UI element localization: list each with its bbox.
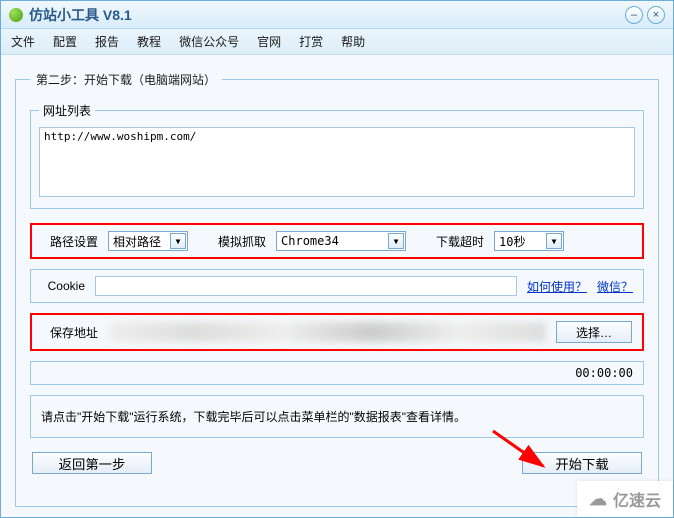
close-button[interactable]: ×	[647, 6, 665, 24]
watermark: ☁ 亿速云	[577, 481, 673, 517]
back-button[interactable]: 返回第一步	[32, 452, 152, 474]
titlebar: 仿站小工具 V8.1 – ×	[1, 1, 673, 29]
menu-wechat[interactable]: 微信公众号	[179, 33, 239, 50]
save-path-value-blurred	[108, 322, 546, 342]
timeout-select[interactable]: 10秒 ▼	[494, 231, 564, 251]
info-row: 请点击"开始下载"运行系统，下载完毕后可以点击菜单栏的"数据报表"查看详情。	[30, 395, 644, 438]
dropdown-arrow-icon: ▼	[388, 233, 404, 249]
menubar: 文件 配置 报告 教程 微信公众号 官网 打赏 帮助	[1, 29, 673, 55]
info-text: 请点击"开始下载"运行系统，下载完毕后可以点击菜单栏的"数据报表"查看详情。	[41, 410, 466, 424]
dropdown-arrow-icon: ▼	[170, 233, 186, 249]
path-select[interactable]: 相对路径 ▼	[108, 231, 188, 251]
app-icon	[9, 8, 23, 22]
start-download-button[interactable]: 开始下载	[522, 452, 642, 474]
menu-config[interactable]: 配置	[53, 33, 77, 50]
watermark-text: 亿速云	[613, 487, 661, 511]
menu-tutorial[interactable]: 教程	[137, 33, 161, 50]
menu-file[interactable]: 文件	[11, 33, 35, 50]
path-label: 路径设置	[42, 233, 98, 250]
timer-row: 00:00:00	[30, 361, 644, 385]
url-list-fieldset: 网址列表	[30, 102, 644, 209]
timeout-select-value: 10秒	[499, 233, 525, 250]
menu-report[interactable]: 报告	[95, 33, 119, 50]
url-list-legend: 网址列表	[39, 102, 95, 119]
crawl-label: 模拟抓取	[218, 233, 266, 250]
wechat-link[interactable]: 微信？	[597, 278, 633, 295]
cookie-input[interactable]	[95, 276, 517, 296]
timeout-label: 下载超时	[436, 233, 484, 250]
url-textarea[interactable]	[39, 127, 635, 197]
save-path-row: 保存地址 选择…	[30, 313, 644, 351]
crawl-select[interactable]: Chrome34 ▼	[276, 231, 406, 251]
how-to-use-link[interactable]: 如何使用？	[527, 278, 587, 295]
step-fieldset: 第二步：开始下载（电脑端网站） 网址列表 路径设置 相对路径 ▼ 模拟抓取 Ch…	[15, 71, 659, 507]
cloud-icon: ☁	[589, 489, 607, 510]
window-title: 仿站小工具 V8.1	[29, 5, 132, 25]
path-settings-row: 路径设置 相对路径 ▼ 模拟抓取 Chrome34 ▼ 下载超时 10秒 ▼	[30, 223, 644, 259]
crawl-select-value: Chrome34	[281, 234, 339, 248]
save-path-label: 保存地址	[42, 324, 98, 341]
app-window: 仿站小工具 V8.1 – × 文件 配置 报告 教程 微信公众号 官网 打赏 帮…	[0, 0, 674, 518]
cookie-label: Cookie	[41, 279, 85, 293]
choose-path-button[interactable]: 选择…	[556, 321, 632, 343]
bottom-buttons: 返回第一步 开始下载	[30, 452, 644, 474]
menu-donate[interactable]: 打赏	[299, 33, 323, 50]
menu-help[interactable]: 帮助	[341, 33, 365, 50]
path-select-value: 相对路径	[113, 233, 161, 250]
timer-value: 00:00:00	[575, 366, 633, 380]
dropdown-arrow-icon: ▼	[546, 233, 562, 249]
cookie-row: Cookie 如何使用？ 微信？	[30, 269, 644, 303]
menu-official[interactable]: 官网	[257, 33, 281, 50]
content-area: 第二步：开始下载（电脑端网站） 网址列表 路径设置 相对路径 ▼ 模拟抓取 Ch…	[1, 55, 673, 517]
step-legend: 第二步：开始下载（电脑端网站）	[30, 71, 222, 88]
window-controls: – ×	[625, 6, 665, 24]
minimize-button[interactable]: –	[625, 6, 643, 24]
